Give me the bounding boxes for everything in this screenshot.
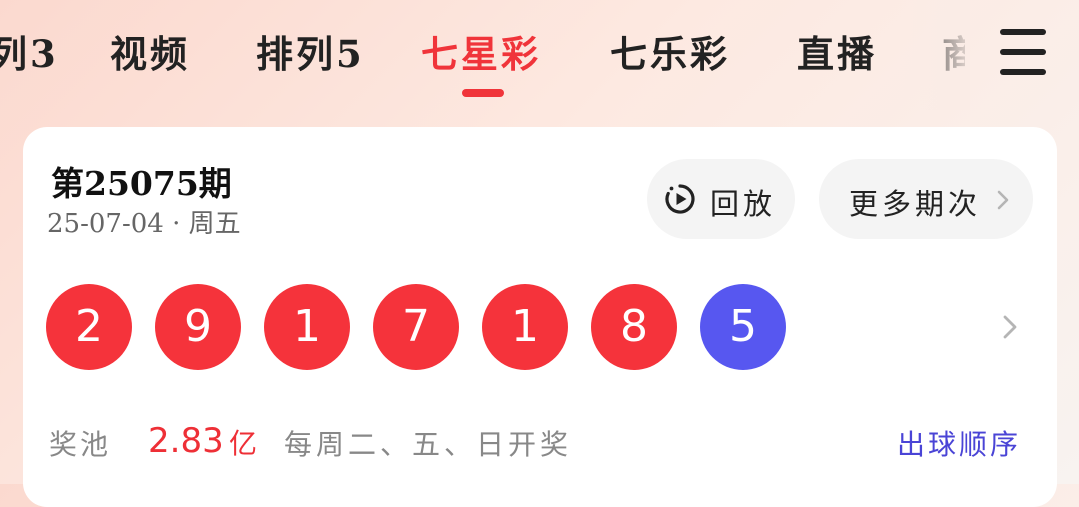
number-ball: 2 [46, 284, 132, 370]
replay-button[interactable]: 回放 [647, 159, 795, 239]
draw-date: 25-07-04 · 周五 [47, 209, 241, 239]
chevron-right-icon [997, 190, 1009, 210]
tab-live[interactable]: 直播 [797, 24, 877, 78]
tab-fade-overlay [900, 0, 970, 110]
special-number-ball: 5 [700, 284, 786, 370]
tab-pl3[interactable]: 排列3 [0, 24, 59, 78]
tabs-scroll-area[interactable]: 排列3 视频 排列5 七星彩 七乐彩 直播 商城 [0, 0, 965, 110]
hamburger-menu-icon[interactable] [985, 22, 1061, 82]
lottery-tab-bar: 排列3 视频 排列5 七星彩 七乐彩 直播 商城 [0, 0, 1079, 110]
draw-schedule: 每周二、五、日开奖 [284, 428, 573, 461]
number-ball: 7 [373, 284, 459, 370]
active-tab-indicator [462, 89, 504, 97]
number-ball: 1 [264, 284, 350, 370]
tab-qilecai[interactable]: 七乐彩 [610, 24, 730, 78]
number-ball: 9 [155, 284, 241, 370]
tab-qixingcai[interactable]: 七星彩 [421, 24, 541, 78]
draw-result-card: 第25075期 25-07-04 · 周五 回放 更多期次 2 9 1 7 1 … [23, 127, 1057, 507]
jackpot-label: 奖池 [49, 428, 112, 461]
menu-bar-middle [1000, 49, 1046, 55]
chevron-right-icon[interactable] [1001, 314, 1019, 340]
replay-label: 回放 [710, 187, 777, 221]
jackpot-unit: 亿 [229, 427, 258, 460]
menu-bar-bottom [1000, 69, 1046, 75]
ball-order-link[interactable]: 出球顺序 [897, 423, 1021, 463]
more-issues-label: 更多期次 [849, 187, 982, 221]
number-ball: 8 [591, 284, 677, 370]
issue-number: 第25075期 [51, 164, 232, 203]
jackpot-amount: 2.83 [148, 421, 224, 461]
replay-icon [665, 184, 695, 214]
number-ball: 1 [482, 284, 568, 370]
tab-video[interactable]: 视频 [110, 24, 190, 78]
menu-bar-top [1000, 29, 1046, 35]
tab-pl5[interactable]: 排列5 [256, 24, 365, 78]
more-issues-button[interactable]: 更多期次 [819, 159, 1033, 239]
